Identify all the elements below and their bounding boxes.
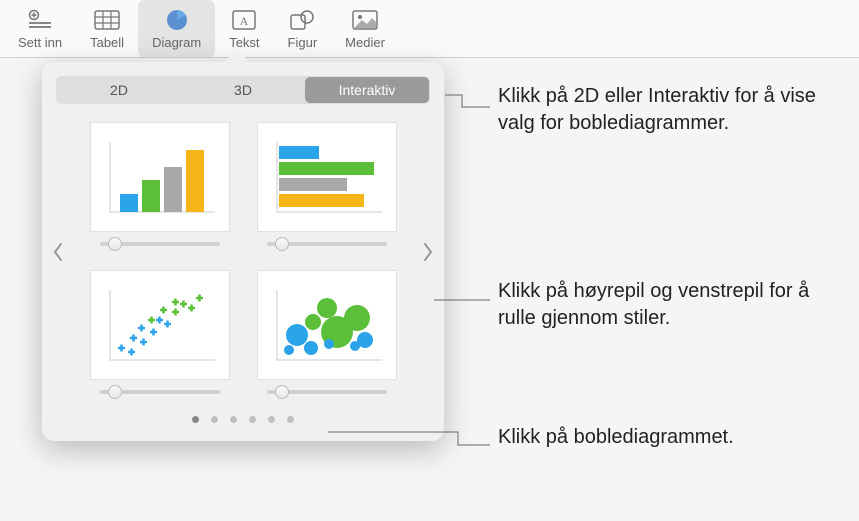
page-dot[interactable] bbox=[268, 416, 275, 423]
toolbar-media-button[interactable]: Medier bbox=[331, 0, 399, 57]
toolbar-shape-button[interactable]: Figur bbox=[274, 0, 332, 57]
svg-text:A: A bbox=[240, 14, 249, 28]
toolbar-label: Tabell bbox=[90, 35, 124, 50]
toolbar-label: Sett inn bbox=[18, 35, 62, 50]
nav-right-arrow[interactable] bbox=[420, 232, 436, 272]
toolbar-label: Medier bbox=[345, 35, 385, 50]
chart-icon bbox=[165, 7, 189, 33]
page-dot[interactable] bbox=[249, 416, 256, 423]
page-dots bbox=[56, 416, 430, 423]
chart-slider[interactable] bbox=[267, 242, 387, 246]
toolbar-label: Figur bbox=[288, 35, 318, 50]
annotation-tabs: Klikk på 2D eller Interaktiv for å vise … bbox=[498, 83, 838, 137]
chevron-right-icon bbox=[422, 242, 434, 262]
column-chart-preview bbox=[90, 122, 230, 232]
horizontal-bar-chart-option[interactable] bbox=[253, 122, 400, 246]
toolbar-table-button[interactable]: Tabell bbox=[76, 0, 138, 57]
chart-slider[interactable] bbox=[100, 242, 220, 246]
toolbar-label: Diagram bbox=[152, 35, 201, 50]
chart-slider[interactable] bbox=[100, 390, 220, 394]
toolbar-chart-button[interactable]: Diagram bbox=[138, 0, 215, 57]
annotation-bubble: Klikk på boblediagrammet. bbox=[498, 424, 798, 451]
tab-interactive[interactable]: Interaktiv bbox=[305, 77, 429, 103]
tab-2d[interactable]: 2D bbox=[57, 77, 181, 103]
scatter-chart-preview bbox=[90, 270, 230, 380]
toolbar-label: Tekst bbox=[229, 35, 259, 50]
annotation-arrows: Klikk på høyrepil og venstrepil for å ru… bbox=[498, 278, 828, 332]
text-icon: A bbox=[232, 7, 256, 33]
chart-slider[interactable] bbox=[267, 390, 387, 394]
page-dot[interactable] bbox=[211, 416, 218, 423]
toolbar: Sett inn Tabell Diagram A Tekst Figur Me… bbox=[0, 0, 859, 58]
chart-type-tabs: 2D 3D Interaktiv bbox=[56, 76, 430, 104]
column-chart-option[interactable] bbox=[86, 122, 233, 246]
toolbar-insert-button[interactable]: Sett inn bbox=[4, 0, 76, 57]
nav-left-arrow[interactable] bbox=[50, 232, 66, 272]
toolbar-text-button[interactable]: A Tekst bbox=[215, 0, 273, 57]
page-dot[interactable] bbox=[230, 416, 237, 423]
scatter-chart-option[interactable] bbox=[86, 270, 233, 394]
chart-grid bbox=[56, 122, 430, 394]
media-icon bbox=[352, 7, 378, 33]
page-dot[interactable] bbox=[287, 416, 294, 423]
chevron-left-icon bbox=[52, 242, 64, 262]
horizontal-bar-chart-preview bbox=[257, 122, 397, 232]
bubble-chart-preview bbox=[257, 270, 397, 380]
shape-icon bbox=[289, 7, 315, 33]
page-dot[interactable] bbox=[192, 416, 199, 423]
tab-3d[interactable]: 3D bbox=[181, 77, 305, 103]
chart-popover: 2D 3D Interaktiv bbox=[42, 62, 444, 441]
bubble-chart-option[interactable] bbox=[253, 270, 400, 394]
table-icon bbox=[94, 7, 120, 33]
insert-icon bbox=[28, 7, 52, 33]
